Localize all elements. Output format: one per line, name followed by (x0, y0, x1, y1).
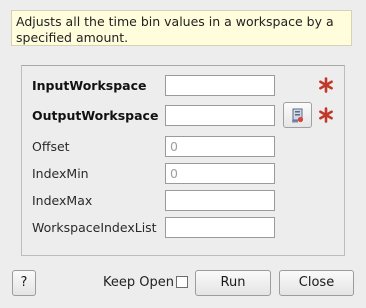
property-row-inputworkspace: InputWorkspace (22, 75, 344, 97)
properties-group: InputWorkspace OutputWorkspace Offset 0 … (21, 65, 345, 256)
property-row-workspaceindexlist: WorkspaceIndexList (22, 217, 344, 239)
offset-field[interactable] (165, 136, 275, 157)
run-button[interactable]: Run (195, 270, 271, 296)
property-label-workspaceindexlist: WorkspaceIndexList (32, 220, 157, 235)
workspace-browse-button[interactable] (283, 102, 312, 128)
property-label-offset: Offset (32, 139, 70, 154)
indexmin-field[interactable] (165, 163, 275, 184)
property-label-inputworkspace: InputWorkspace (32, 78, 147, 93)
property-label-indexmax: IndexMax (32, 193, 93, 208)
required-star-icon (319, 77, 333, 93)
keep-open-checkbox[interactable] (176, 276, 188, 288)
help-button[interactable]: ? (12, 270, 36, 296)
keep-open-label: Keep Open (103, 275, 174, 290)
workspaceindexlist-field[interactable] (165, 217, 275, 238)
workspace-browse-icon (292, 108, 304, 123)
property-label-outputworkspace: OutputWorkspace (32, 108, 159, 123)
indexmax-field[interactable] (165, 190, 275, 211)
required-star-icon (319, 107, 333, 123)
property-row-outputworkspace: OutputWorkspace (22, 102, 344, 128)
property-row-indexmax: IndexMax (22, 190, 344, 212)
close-button[interactable]: Close (279, 270, 354, 296)
property-row-offset: Offset (22, 136, 344, 158)
algorithm-description: Adjusts all the time bin values in a wor… (11, 10, 352, 46)
outputworkspace-field[interactable] (165, 105, 275, 126)
property-label-indexmin: IndexMin (32, 166, 89, 181)
inputworkspace-field[interactable] (165, 75, 275, 96)
property-row-indexmin: IndexMin (22, 163, 344, 185)
